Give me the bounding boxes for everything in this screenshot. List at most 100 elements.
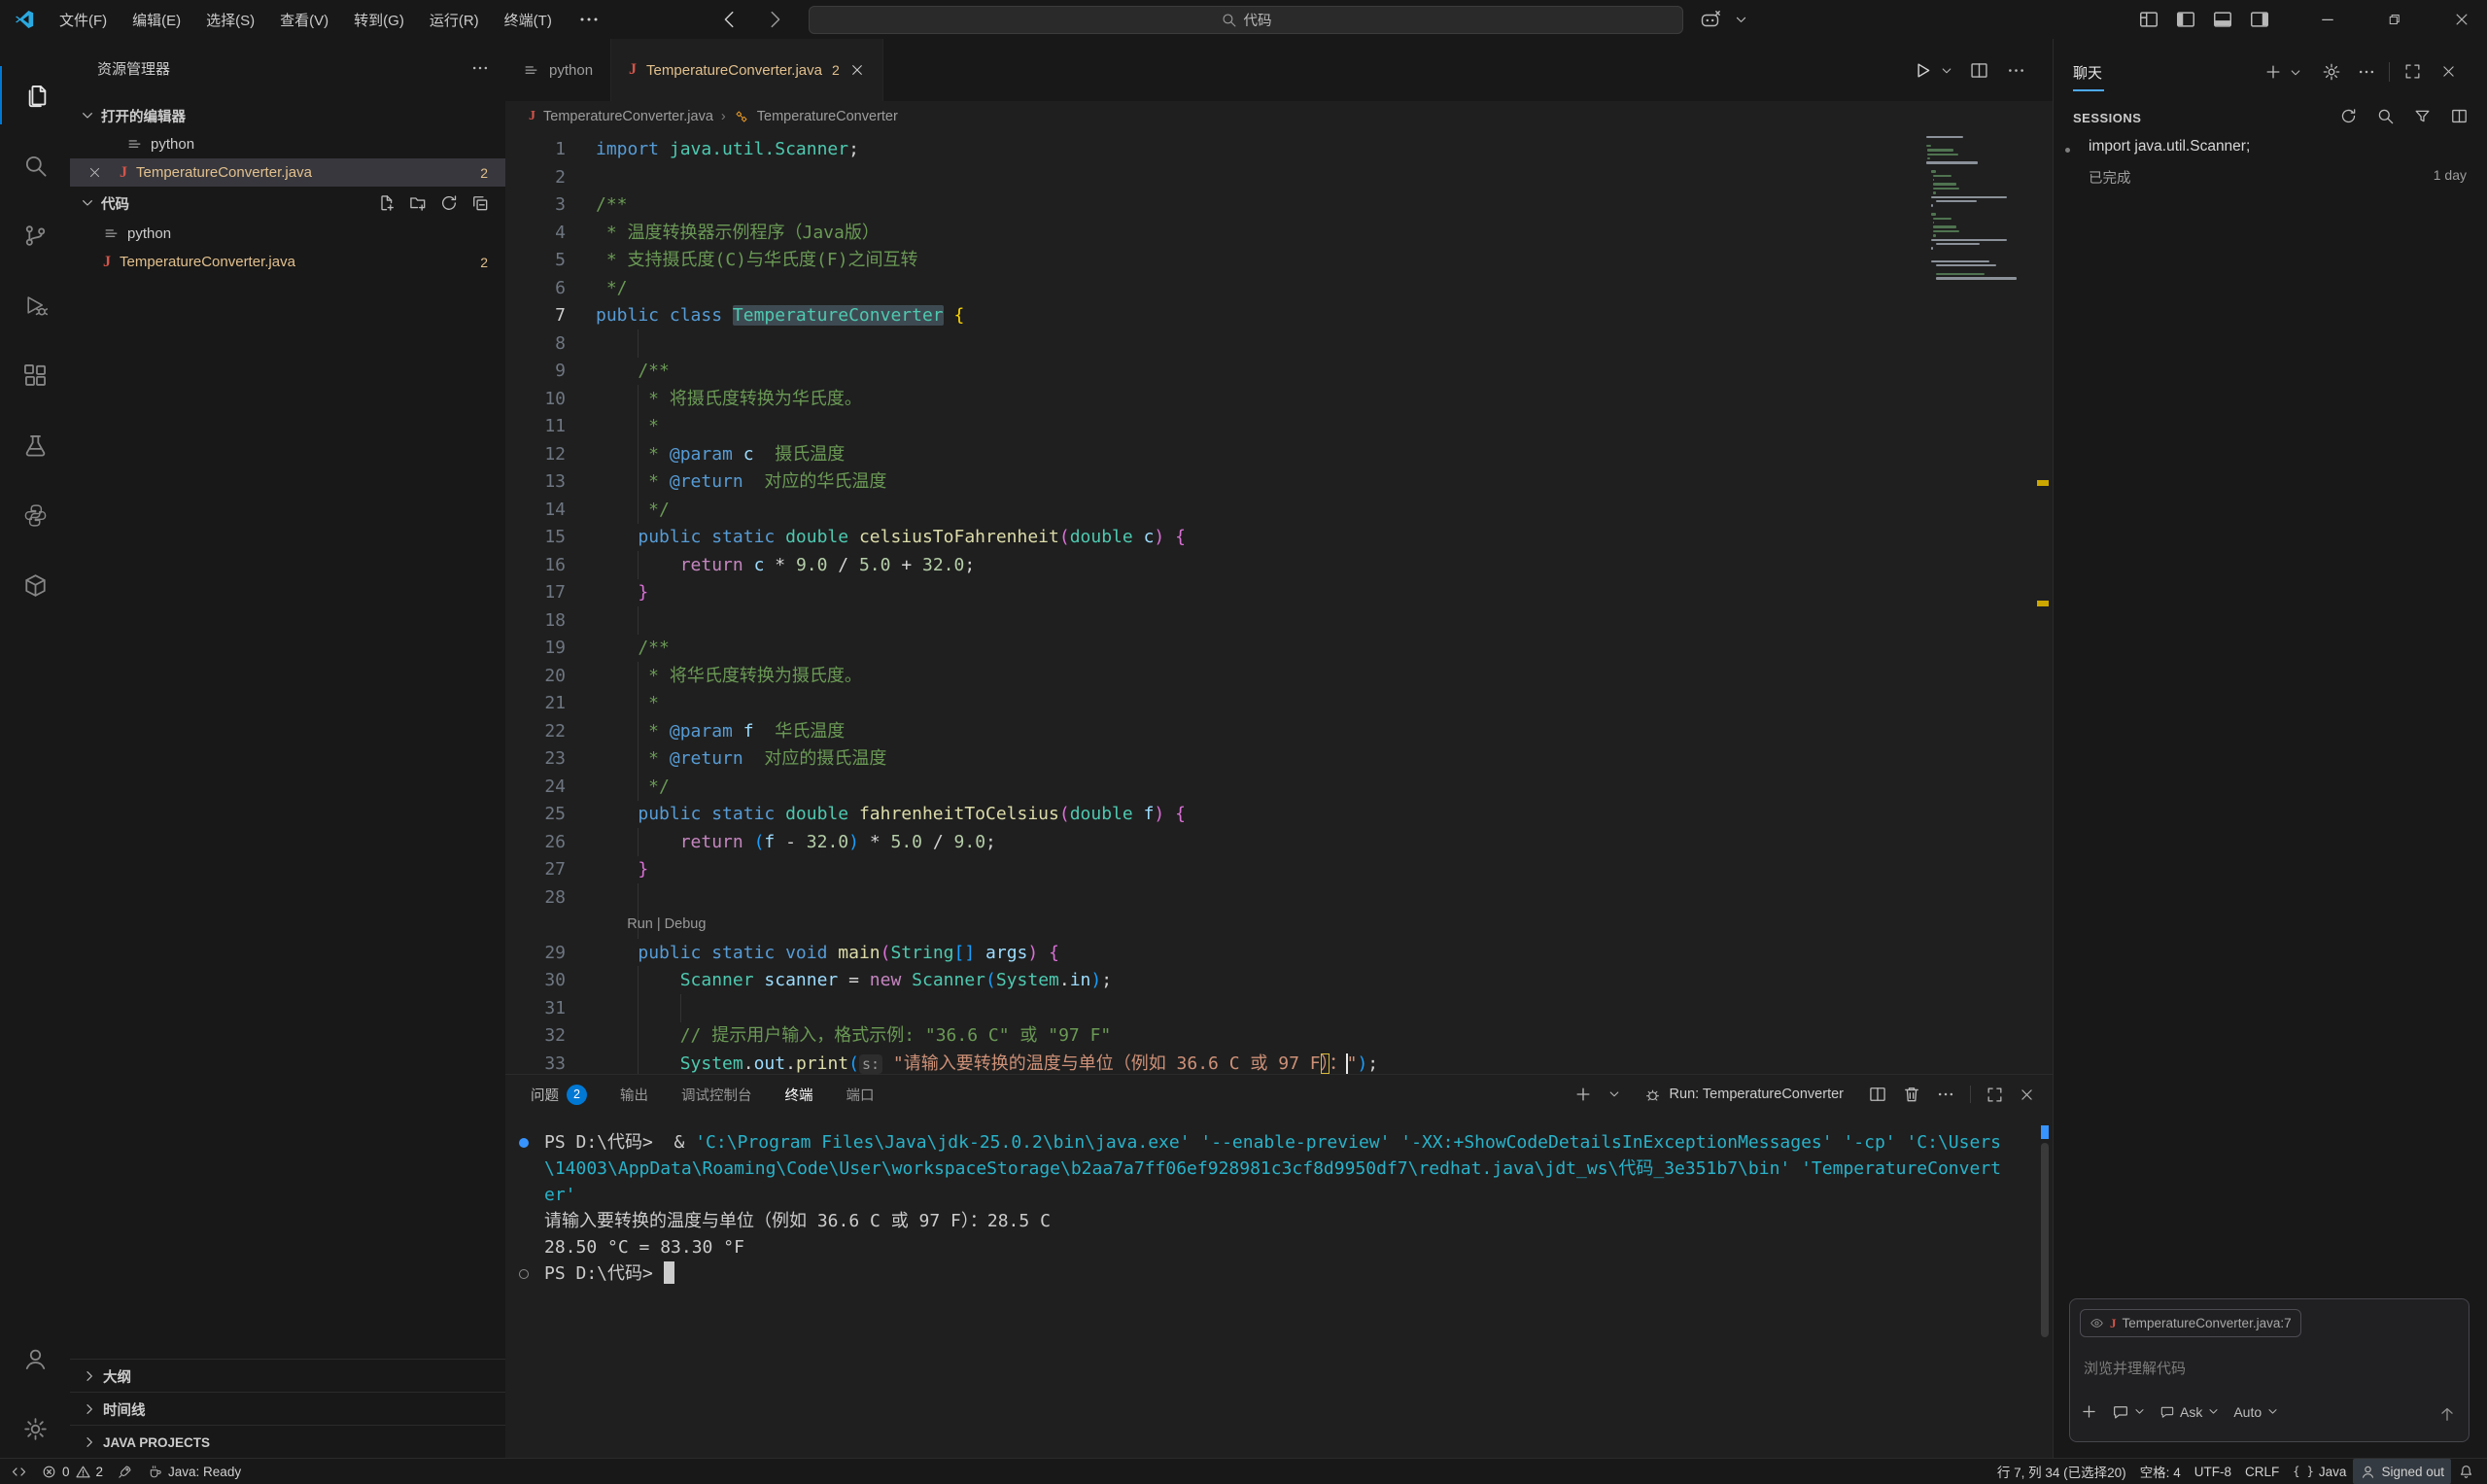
terminal-line[interactable]: 28.50 °C = 83.30 °F — [519, 1234, 2035, 1260]
notifications[interactable] — [2451, 1459, 2481, 1484]
session-item[interactable]: import java.util.Scanner; 已完成 1 day — [2054, 136, 2487, 198]
activity-python[interactable] — [0, 486, 70, 544]
code-line[interactable]: 14 */ — [505, 496, 2053, 524]
code-line[interactable]: 22 * @param f 华氏温度 — [505, 717, 2053, 745]
code-line[interactable]: 7public class TemperatureConverter { — [505, 301, 2053, 329]
activity-account[interactable] — [0, 1329, 70, 1388]
code-line[interactable]: 15 public static double celsiusToFahrenh… — [505, 523, 2053, 551]
attach-context-icon[interactable] — [2080, 1402, 2098, 1421]
code-line[interactable]: 2 — [505, 163, 2053, 191]
copilot-icon[interactable] — [1699, 8, 1722, 31]
code-line[interactable]: 20 * 将华氏度转换为摄氏度。 — [505, 662, 2053, 690]
activity-testing[interactable] — [0, 416, 70, 474]
java-lightweight-status[interactable] — [110, 1459, 140, 1484]
menu-file[interactable]: 文件(F) — [47, 0, 120, 39]
menu-run[interactable]: 运行(R) — [417, 0, 492, 39]
toggle-secondary-sidebar-icon[interactable] — [2249, 9, 2270, 30]
terminal-dropdown-icon[interactable] — [1607, 1087, 1621, 1101]
panel-tab-terminal[interactable]: 终端 — [785, 1085, 813, 1105]
terminal-line[interactable]: er' — [519, 1182, 2035, 1208]
new-chat-dropdown-icon[interactable] — [2289, 66, 2302, 80]
context-chip[interactable]: J TemperatureConverter.java:7 — [2080, 1309, 2301, 1337]
close-chat-icon[interactable] — [2440, 63, 2457, 80]
breadcrumb-symbol[interactable]: TemperatureConverter — [757, 109, 898, 124]
open-editor-temperatureconverter[interactable]: J TemperatureConverter.java 2 — [70, 158, 505, 187]
activity-settings[interactable] — [0, 1399, 70, 1458]
new-folder-icon[interactable] — [408, 193, 428, 213]
section-outline[interactable]: 大纲 — [70, 1359, 505, 1393]
code-line[interactable]: 12 * @param c 摄氏温度 — [505, 440, 2053, 468]
chat-title[interactable]: 聊天 — [2073, 62, 2102, 83]
menu-terminal[interactable]: 终端(T) — [492, 0, 565, 39]
toggle-panel-icon[interactable] — [2212, 9, 2233, 30]
refresh-icon[interactable] — [439, 193, 459, 213]
sessions-refresh-icon[interactable] — [2339, 107, 2358, 125]
terminal-line[interactable]: PS D:\代码> & 'C:\Program Files\Java\jdk-2… — [519, 1129, 2035, 1156]
new-file-icon[interactable] — [377, 193, 397, 213]
chat-widget-toggle[interactable] — [2112, 1403, 2146, 1421]
terminal-line[interactable]: \14003\AppData\Roaming\Code\User\workspa… — [519, 1156, 2035, 1182]
terminal[interactable]: PS D:\代码> & 'C:\Program Files\Java\jdk-2… — [519, 1129, 2035, 1287]
problems-status[interactable]: 0 2 — [34, 1459, 110, 1484]
collapse-all-icon[interactable] — [470, 193, 490, 213]
chat-input-box[interactable]: J TemperatureConverter.java:7 浏览并理解代码 As… — [2069, 1298, 2470, 1442]
close-icon[interactable] — [87, 165, 102, 180]
codelens-run-debug[interactable]: Run | Debug — [627, 911, 706, 939]
code-line[interactable]: 16 return c * 9.0 / 5.0 + 32.0; — [505, 551, 2053, 579]
code-line[interactable]: 28 — [505, 883, 2053, 912]
cursor-position[interactable]: 行 7, 列 34 (已选择20) — [1990, 1459, 2133, 1484]
java-status[interactable]: Java: Ready — [140, 1459, 248, 1484]
file-temperatureconverter[interactable]: J TemperatureConverter.java 2 — [70, 248, 505, 276]
new-terminal-icon[interactable] — [1573, 1085, 1593, 1104]
code-line[interactable]: 19 /** — [505, 634, 2053, 662]
panel-tab-problems[interactable]: 问题 2 — [531, 1085, 587, 1105]
code-line[interactable]: 8 — [505, 329, 2053, 358]
code-line[interactable]: 32 // 提示用户输入，格式示例: "36.6 C" 或 "97 F" — [505, 1021, 2053, 1050]
nav-back-icon[interactable] — [719, 9, 741, 30]
sessions-filter-icon[interactable] — [2413, 107, 2432, 125]
menu-view[interactable]: 查看(V) — [267, 0, 341, 39]
menu-goto[interactable]: 转到(G) — [341, 0, 417, 39]
activity-java-packages[interactable] — [0, 556, 70, 614]
indentation[interactable]: 空格: 4 — [2133, 1459, 2188, 1484]
signed-out-status[interactable]: Signed out — [2353, 1459, 2451, 1484]
sessions-split-icon[interactable] — [2450, 107, 2469, 125]
command-center-search[interactable]: 代码 — [809, 6, 1683, 34]
eol[interactable]: CRLF — [2238, 1459, 2286, 1484]
toggle-sidebar-icon[interactable] — [2175, 9, 2196, 30]
panel-tab-ports[interactable]: 端口 — [846, 1085, 875, 1105]
code-line[interactable]: 21 * — [505, 689, 2053, 717]
chat-settings-icon[interactable] — [2322, 62, 2341, 82]
sessions-search-icon[interactable] — [2376, 107, 2395, 125]
send-icon[interactable] — [2437, 1404, 2457, 1424]
minimap[interactable] — [1922, 136, 2031, 428]
code-line[interactable]: 23 * @return 对应的摄氏温度 — [505, 744, 2053, 773]
tab-python[interactable]: python — [505, 39, 611, 101]
codelens-row[interactable]: Run | Debug — [505, 911, 2053, 939]
activity-explorer[interactable] — [0, 66, 72, 124]
breadcrumb-file[interactable]: TemperatureConverter.java — [543, 109, 713, 124]
activity-extensions[interactable] — [0, 346, 70, 404]
code-line[interactable]: 29 public static void main(String[] args… — [505, 939, 2053, 967]
nav-forward-icon[interactable] — [764, 9, 785, 30]
maximize-panel-icon[interactable] — [1986, 1086, 2004, 1104]
split-editor-icon[interactable] — [1969, 60, 1989, 81]
copilot-chevron-icon[interactable] — [1734, 13, 1748, 27]
code-line[interactable]: 3/** — [505, 190, 2053, 219]
code-line[interactable]: 6 */ — [505, 274, 2053, 302]
chat-model-picker[interactable]: Auto — [2233, 1404, 2279, 1420]
code-line[interactable]: 9 /** — [505, 357, 2053, 385]
code-line[interactable]: 5 * 支持摄氏度(C)与华氏度(F)之间互转 — [505, 246, 2053, 274]
minimize-button[interactable] — [2305, 0, 2349, 39]
code-line[interactable]: 4 * 温度转换器示例程序（Java版） — [505, 219, 2053, 247]
section-timeline[interactable]: 时间线 — [70, 1392, 505, 1426]
code-line[interactable]: 11 * — [505, 412, 2053, 440]
terminal-scrollbar[interactable] — [2041, 1143, 2049, 1337]
activity-search[interactable] — [0, 136, 70, 194]
menu-edit[interactable]: 编辑(E) — [120, 0, 193, 39]
code-line[interactable]: 25 public static double fahrenheitToCels… — [505, 800, 2053, 828]
close-window-button[interactable] — [2439, 0, 2483, 39]
code-line[interactable]: 17 } — [505, 578, 2053, 606]
panel-more-icon[interactable] — [1936, 1085, 1955, 1104]
code-line[interactable]: 30 Scanner scanner = new Scanner(System.… — [505, 966, 2053, 994]
